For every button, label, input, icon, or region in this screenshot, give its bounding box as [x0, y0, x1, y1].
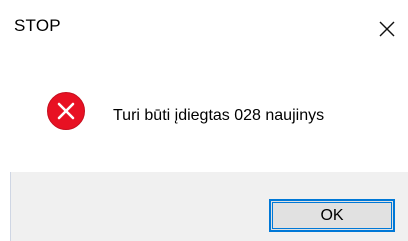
close-button[interactable] — [366, 8, 406, 48]
message-box-dialog: STOP Turi būti įdiegtas 028 naujinys OK — [0, 0, 408, 241]
dialog-message: Turi būti įdiegtas 028 naujinys — [113, 107, 325, 124]
window-title: STOP — [14, 16, 61, 35]
error-icon — [47, 92, 85, 130]
title-bar[interactable]: STOP — [0, 0, 408, 56]
ok-button[interactable]: OK — [269, 199, 395, 232]
ok-button-label: OK — [320, 206, 344, 224]
close-icon — [379, 21, 395, 37]
dialog-content: Turi būti įdiegtas 028 naujinys — [0, 56, 408, 172]
dialog-footer: OK — [11, 172, 408, 241]
